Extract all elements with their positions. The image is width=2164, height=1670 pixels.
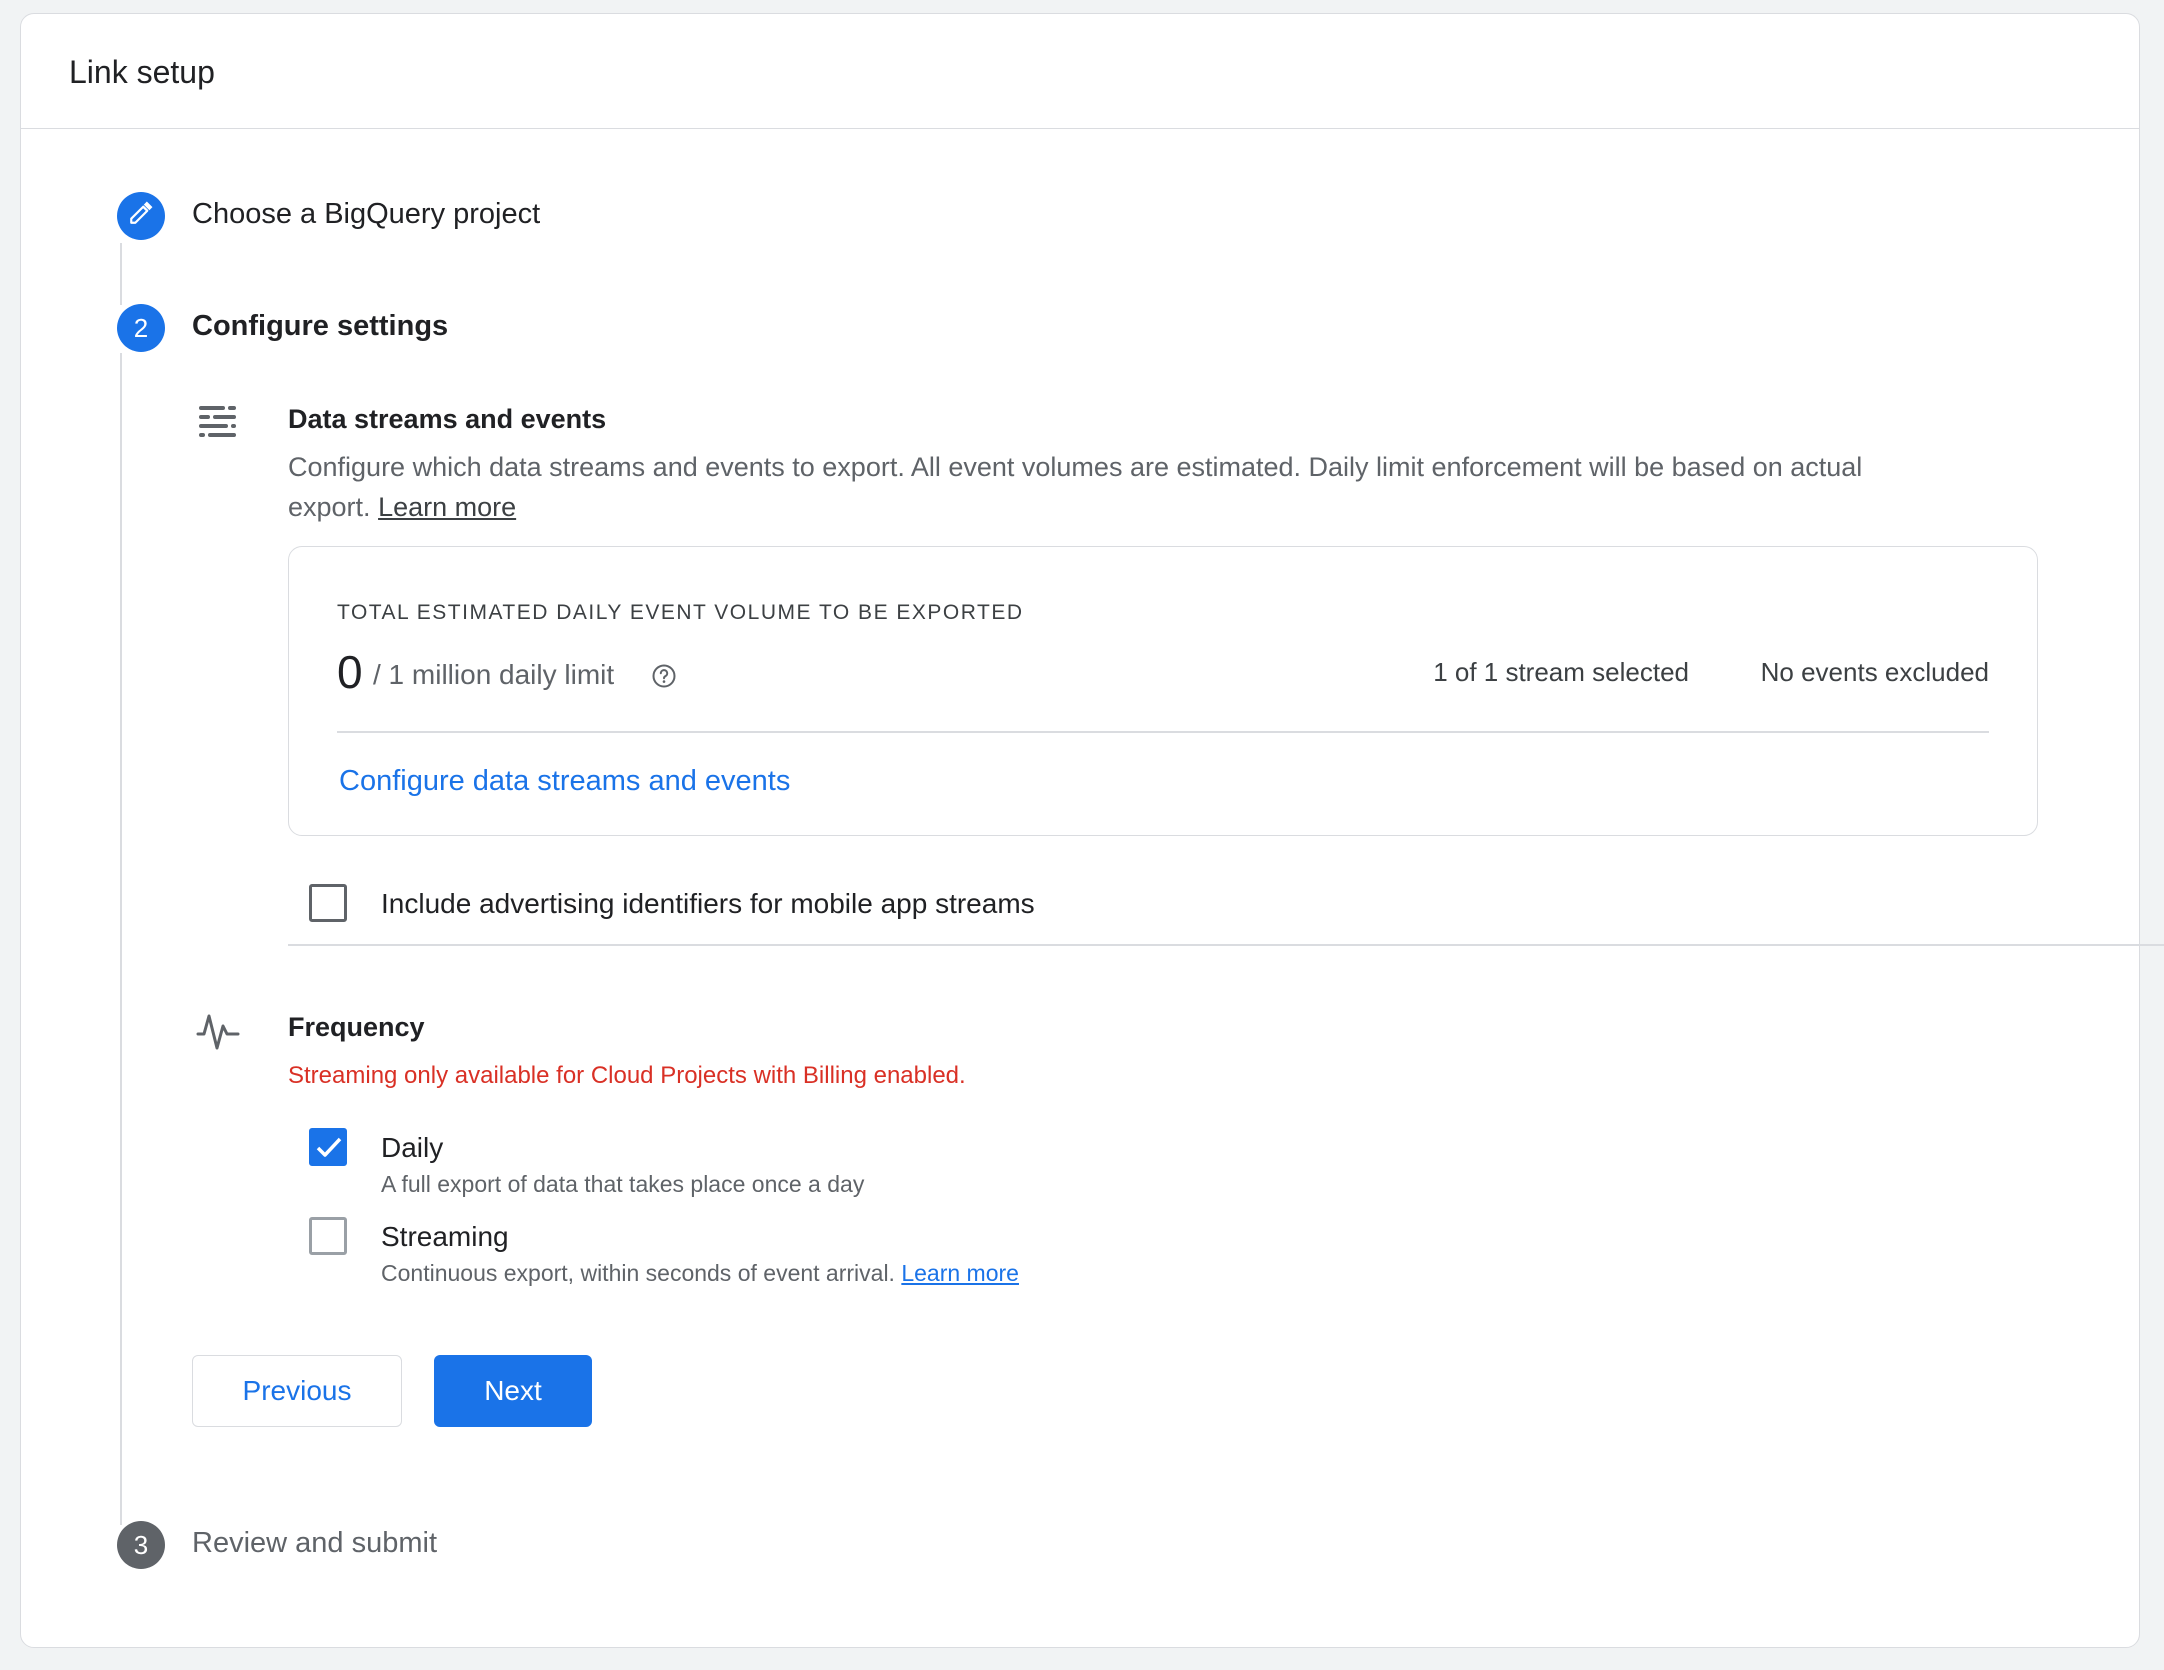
step-3-indicator: 3 [117, 1521, 165, 1569]
streaming-label[interactable]: Streaming [381, 1221, 509, 1253]
page-title: Link setup [69, 54, 215, 90]
pencil-icon [128, 200, 154, 233]
step-2-indicator: 2 [117, 304, 165, 352]
data-streams-description-text: Configure which data streams and events … [288, 452, 1863, 522]
daily-label[interactable]: Daily [381, 1132, 443, 1164]
help-circle-icon[interactable] [651, 663, 677, 689]
step-connector-2 [120, 353, 122, 1525]
checkmark-icon [316, 1137, 342, 1157]
step-1-label[interactable]: Choose a BigQuery project [192, 198, 540, 231]
volume-divider [337, 731, 1989, 733]
tune-sliders-icon [196, 400, 240, 444]
step-3-label: Review and submit [192, 1527, 437, 1559]
pulse-icon [196, 1008, 240, 1052]
volume-count: 0 [337, 646, 363, 698]
volume-limit: / 1 million daily limit [373, 659, 615, 690]
events-excluded: No events excluded [1760, 657, 1989, 687]
volume-heading: TOTAL ESTIMATED DAILY EVENT VOLUME TO BE… [337, 601, 1024, 624]
step-connector-1 [120, 243, 122, 305]
ad-identifiers-label[interactable]: Include advertising identifiers for mobi… [381, 888, 1035, 920]
streaming-checkbox[interactable] [309, 1217, 347, 1255]
step-2-label: Configure settings [192, 310, 449, 342]
streaming-description-text: Continuous export, within seconds of eve… [381, 1260, 895, 1286]
configure-streams-link[interactable]: Configure data streams and events [339, 765, 790, 798]
section-divider [288, 944, 2164, 946]
ad-identifiers-checkbox[interactable] [309, 884, 347, 922]
streaming-warning: Streaming only available for Cloud Proje… [288, 1062, 966, 1089]
daily-checkbox[interactable] [309, 1128, 347, 1166]
data-streams-title: Data streams and events [288, 404, 607, 434]
previous-button[interactable]: Previous [192, 1355, 402, 1427]
next-button[interactable]: Next [434, 1355, 592, 1427]
frequency-title: Frequency [288, 1012, 425, 1042]
streaming-description: Continuous export, within seconds of eve… [381, 1260, 1019, 1287]
streaming-learn-more-link[interactable]: Learn more [901, 1260, 1019, 1286]
daily-description: A full export of data that takes place o… [381, 1171, 865, 1197]
card-header: Link setup [21, 14, 2139, 129]
data-streams-description: Configure which data streams and events … [288, 447, 1888, 527]
event-volume-panel: TOTAL ESTIMATED DAILY EVENT VOLUME TO BE… [288, 546, 2038, 836]
streams-selected: 1 of 1 stream selected [1433, 657, 1689, 687]
step-1-indicator[interactable] [117, 192, 165, 240]
learn-more-link[interactable]: Learn more [378, 492, 516, 522]
